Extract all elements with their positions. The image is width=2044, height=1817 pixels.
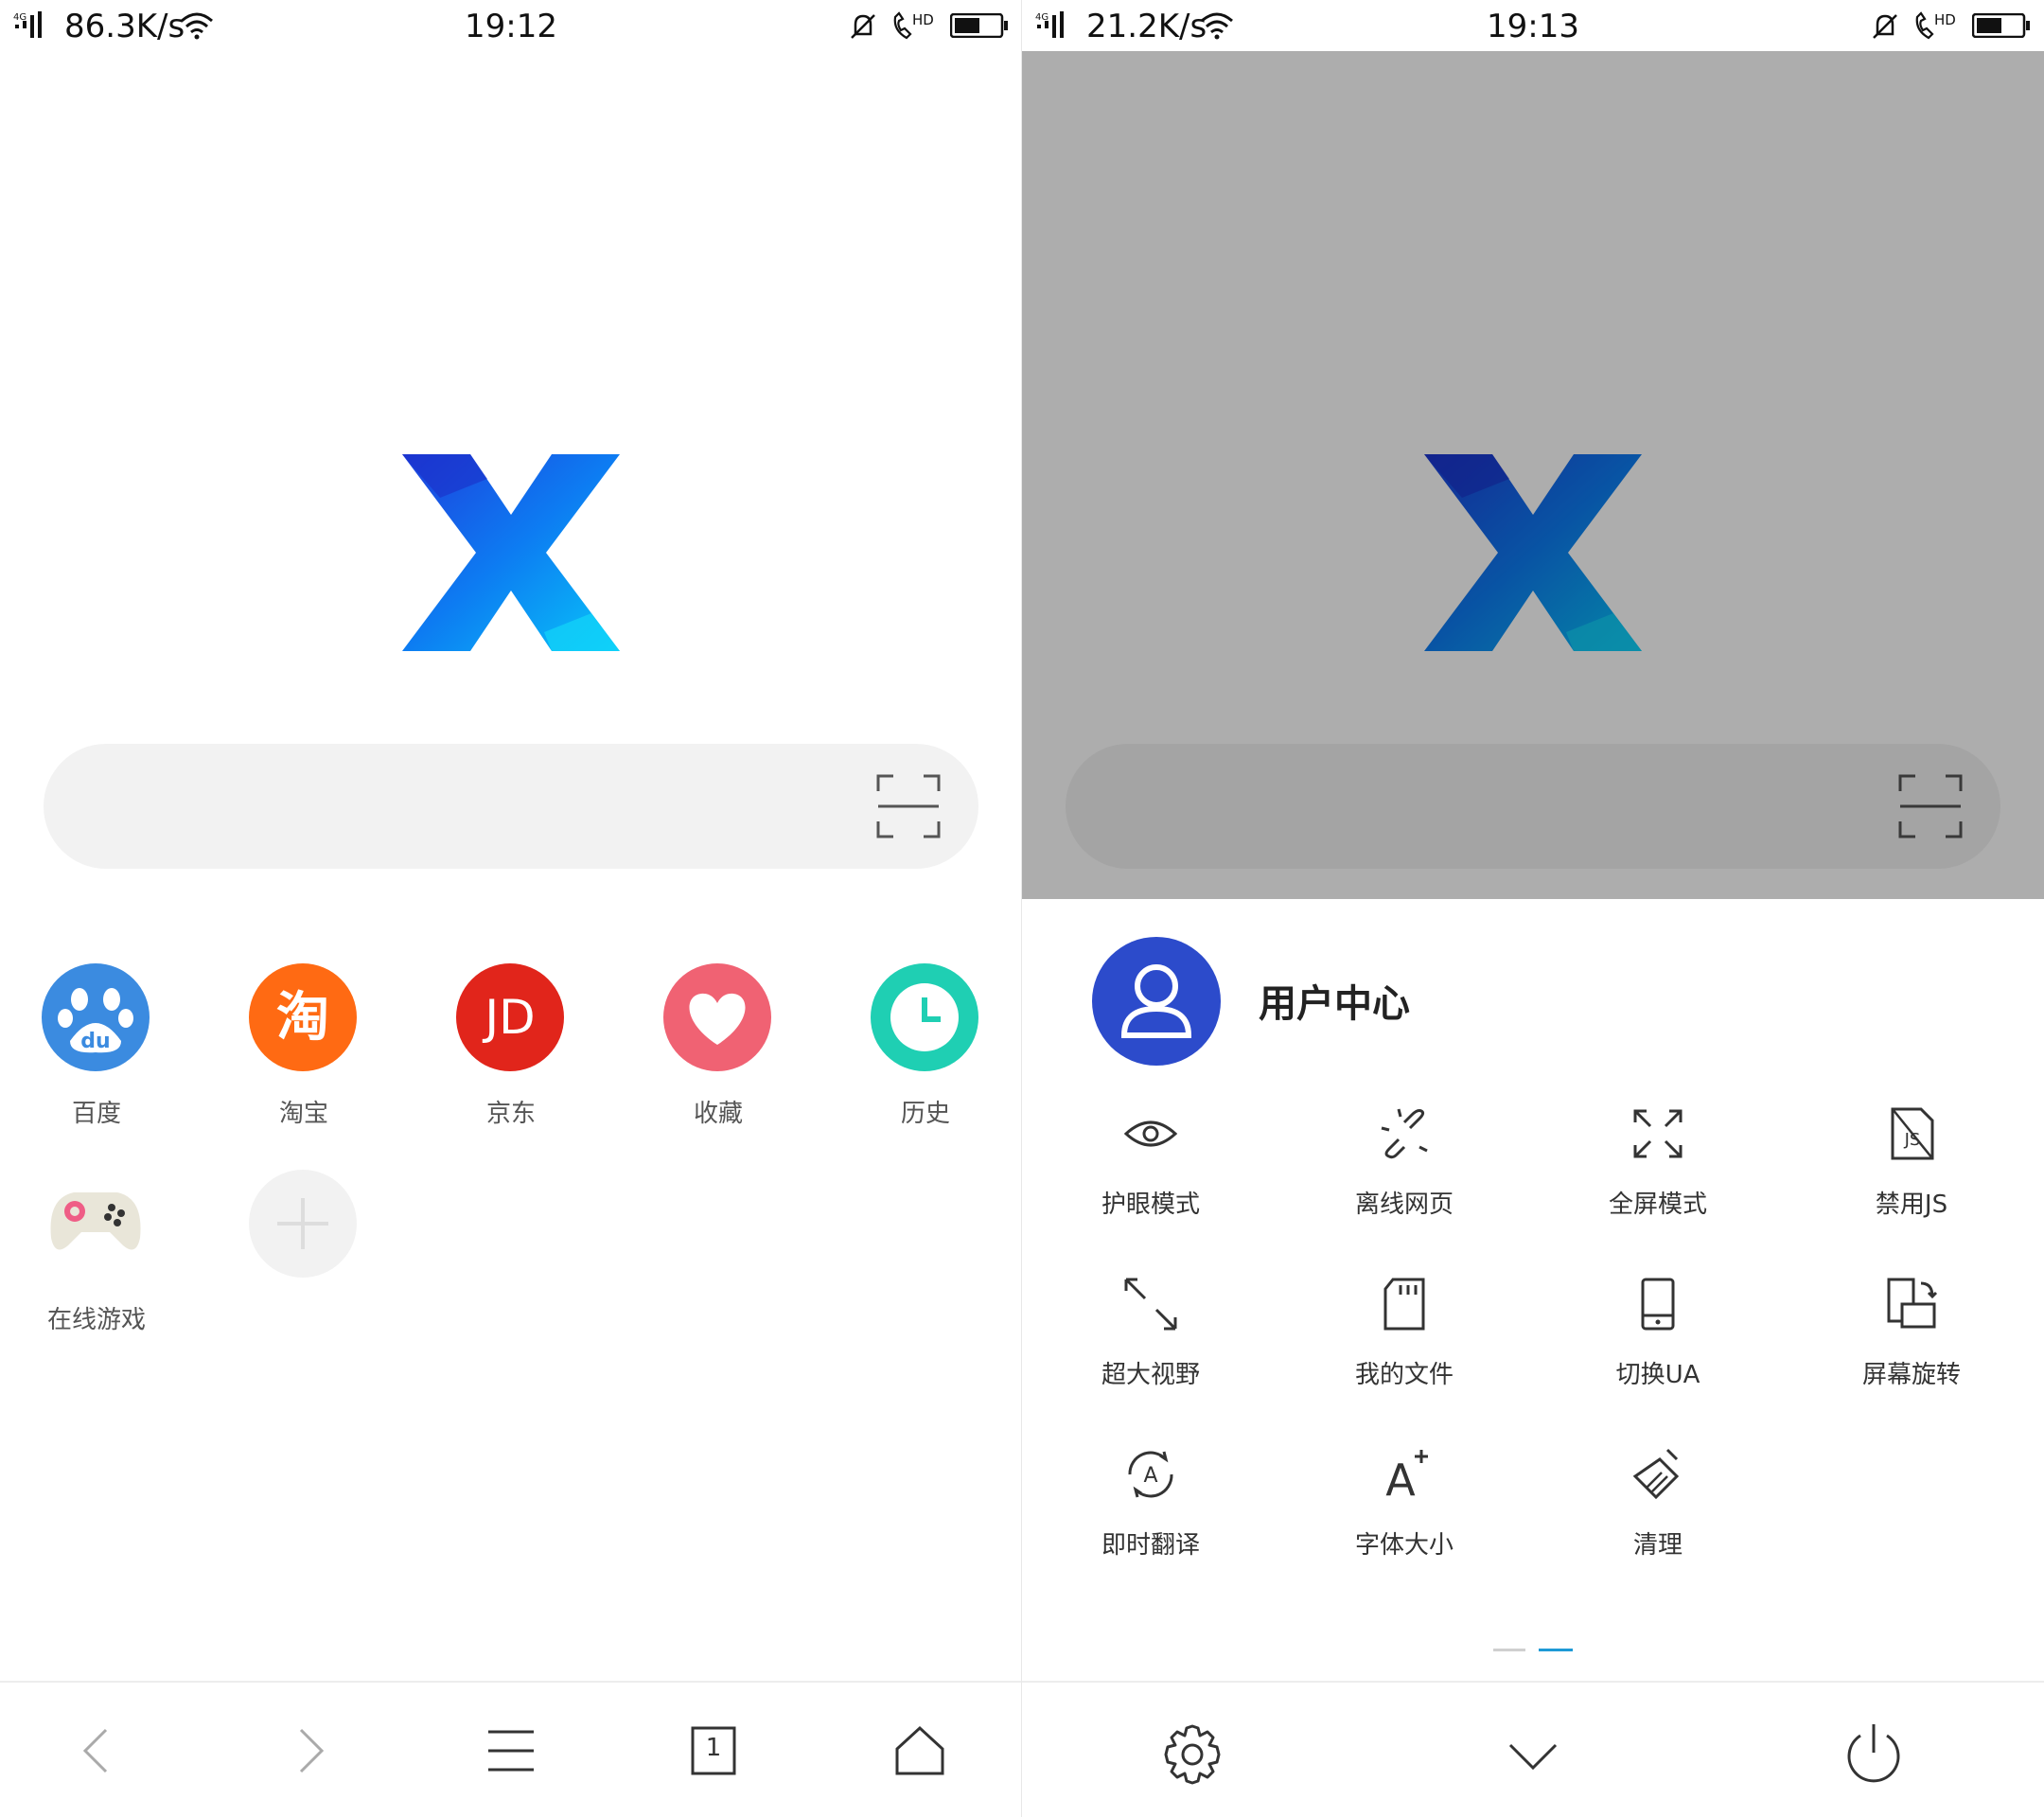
translate-icon: A: [1128, 1451, 1173, 1498]
tool-disable-js[interactable]: JS 禁用JS: [1817, 1105, 2006, 1247]
tool-label: 清理: [1632, 1531, 1683, 1560]
tool-label: 禁用JS: [1875, 1191, 1948, 1219]
expand-diagonal-icon: [1124, 1278, 1177, 1331]
svg-text:A: A: [1143, 1464, 1157, 1488]
menu-sheet: 用户中心 护眼模式 离线网页 全屏模式 JS 禁用JS 超大视野 我的文件 切换…: [1022, 899, 2044, 1817]
jd-icon: JD: [456, 963, 564, 1071]
dim-overlay[interactable]: [1022, 51, 2044, 899]
mute-bell-icon: [1873, 14, 1897, 39]
tool-label: 我的文件: [1354, 1361, 1454, 1389]
shortcut-label: 百度: [71, 1100, 121, 1128]
tool-switch-ua[interactable]: 切换UA: [1563, 1276, 1753, 1418]
shortcut-label: 收藏: [693, 1100, 743, 1128]
status-bar: 4G 86.3K/s 19:12 HD: [0, 0, 1022, 51]
tool-fullscreen[interactable]: 全屏模式: [1563, 1105, 1753, 1247]
tool-label: 离线网页: [1354, 1191, 1454, 1219]
tool-clean[interactable]: 清理: [1563, 1446, 1753, 1588]
back-icon[interactable]: [68, 1720, 129, 1781]
plus-icon: [249, 1170, 357, 1278]
tool-wide-view[interactable]: 超大视野: [1056, 1276, 1245, 1418]
heart-icon: [663, 963, 771, 1071]
hd-call-icon: HD: [1915, 11, 1956, 40]
shortcut-online-games[interactable]: 在线游戏: [2, 1170, 191, 1350]
shortcut-favorites[interactable]: 收藏: [624, 963, 813, 1143]
add-shortcut-button[interactable]: [209, 1170, 398, 1350]
tool-offline-page[interactable]: 离线网页: [1310, 1105, 1499, 1247]
shortcut-taobao[interactable]: 淘 淘宝: [209, 963, 398, 1143]
font-size-icon: A: [1385, 1450, 1428, 1503]
tool-eye-protection[interactable]: 护眼模式: [1056, 1105, 1245, 1247]
fullscreen-icon: [1633, 1109, 1683, 1158]
svg-text:A: A: [1385, 1455, 1416, 1503]
tool-label: 即时翻译: [1101, 1531, 1200, 1560]
js-disabled-icon: JS: [1891, 1107, 1934, 1160]
shortcut-history[interactable]: 历史: [831, 963, 1020, 1143]
bottom-navigation: 1: [0, 1681, 1022, 1817]
offline-link-icon: [1381, 1108, 1428, 1159]
user-icon: [1120, 964, 1192, 1038]
home-icon[interactable]: [890, 1720, 950, 1781]
screen-rotate-icon: [1887, 1278, 1938, 1329]
tool-screen-rotate[interactable]: 屏幕旋转: [1817, 1276, 2006, 1418]
settings-gear-icon[interactable]: [1158, 1720, 1226, 1789]
svg-text:JD: JD: [482, 990, 535, 1045]
tool-label: 切换UA: [1615, 1361, 1700, 1389]
search-bar[interactable]: [44, 744, 978, 869]
tool-label: 全屏模式: [1608, 1191, 1707, 1219]
page-indicator-1: [1493, 1649, 1525, 1651]
svg-text:HD: HD: [912, 11, 934, 28]
xbrowser-logo: [402, 454, 620, 651]
home-screen: 4G 86.3K/s 19:12 HD du 百度 淘 淘宝 JD 京东 收藏 …: [0, 0, 1022, 1817]
tool-label: 字体大小: [1354, 1531, 1454, 1560]
baidu-paw-icon: du: [42, 963, 150, 1071]
shortcut-baidu[interactable]: du 百度: [2, 963, 191, 1143]
broom-icon: [1632, 1448, 1680, 1500]
gamepad-icon: [42, 1170, 150, 1278]
svg-text:du: du: [80, 1030, 110, 1053]
menu-screen: 4G 21.2K/s 19:13 HD 用户中心 护眼模式 离线网页 全屏模式 …: [1022, 0, 2044, 1817]
power-icon[interactable]: [1840, 1720, 1908, 1789]
hd-call-icon: HD: [893, 11, 934, 40]
svg-text:淘: 淘: [276, 987, 329, 1049]
phone-icon: [1641, 1278, 1675, 1331]
tool-font-size[interactable]: A 字体大小: [1310, 1446, 1499, 1588]
shortcut-label: 淘宝: [278, 1100, 328, 1128]
shortcut-label: 京东: [485, 1100, 536, 1128]
menu-icon[interactable]: [481, 1720, 541, 1781]
battery-icon: [950, 13, 1008, 38]
tool-label: 超大视野: [1101, 1361, 1200, 1389]
forward-icon[interactable]: [278, 1720, 339, 1781]
tool-label: 屏幕旋转: [1861, 1361, 1961, 1389]
shortcut-label: 历史: [900, 1100, 950, 1128]
battery-icon: [1972, 13, 2030, 38]
avatar[interactable]: [1092, 937, 1221, 1066]
taobao-icon: 淘: [249, 963, 357, 1071]
qr-scan-icon[interactable]: [874, 772, 943, 840]
status-bar: 4G 21.2K/s 19:13 HD: [1022, 0, 2044, 51]
tool-instant-translate[interactable]: A 即时翻译: [1056, 1446, 1245, 1588]
sd-card-icon: [1383, 1278, 1425, 1331]
menu-bottom-bar: [1022, 1681, 2044, 1817]
mute-bell-icon: [851, 14, 875, 39]
chevron-down-icon[interactable]: [1499, 1720, 1567, 1789]
tool-label: 护眼模式: [1101, 1191, 1200, 1219]
page-indicator-2: [1539, 1649, 1573, 1651]
clock-icon: [871, 963, 978, 1071]
shortcut-jd[interactable]: JD 京东: [416, 963, 606, 1143]
tool-my-files[interactable]: 我的文件: [1310, 1276, 1499, 1418]
shortcut-label: 在线游戏: [46, 1306, 146, 1334]
svg-text:HD: HD: [1934, 11, 1956, 28]
tab-count: 1: [705, 1734, 722, 1762]
user-center-title[interactable]: 用户中心: [1259, 973, 1410, 1028]
eye-icon: [1123, 1120, 1178, 1147]
tabs-button[interactable]: 1: [683, 1720, 744, 1781]
